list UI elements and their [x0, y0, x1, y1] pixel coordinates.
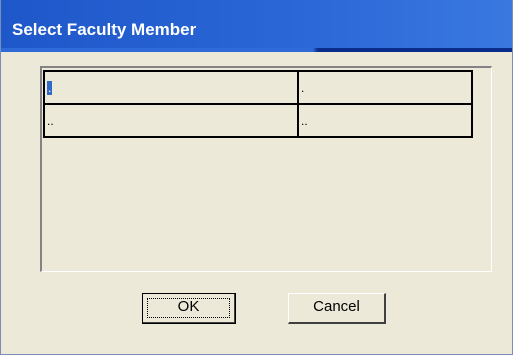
grid-cell-text: ..	[47, 113, 54, 128]
grid-cell[interactable]: ..	[297, 103, 473, 138]
dialog-title: Select Faculty Member	[12, 20, 197, 39]
cancel-button-label: Cancel	[313, 298, 360, 315]
ok-button[interactable]: OK	[142, 293, 236, 324]
grid-cell-text: .	[47, 80, 53, 95]
faculty-grid-panel[interactable]: . . .. ..	[40, 66, 492, 272]
table-row[interactable]: . .	[43, 70, 473, 105]
faculty-grid: . . .. ..	[43, 70, 473, 138]
grid-cell-text: .	[301, 80, 305, 95]
grid-cell[interactable]: .	[43, 70, 299, 105]
grid-cell[interactable]: ..	[43, 103, 299, 138]
title-bar[interactable]: Select Faculty Member	[1, 0, 512, 52]
select-faculty-dialog: Select Faculty Member . . .. .. OK Cance…	[0, 0, 513, 355]
grid-cell-text: ..	[301, 113, 308, 128]
cancel-button[interactable]: Cancel	[288, 293, 386, 324]
table-row[interactable]: .. ..	[43, 103, 473, 138]
focus-ring	[147, 298, 230, 318]
grid-cell[interactable]: .	[297, 70, 473, 105]
